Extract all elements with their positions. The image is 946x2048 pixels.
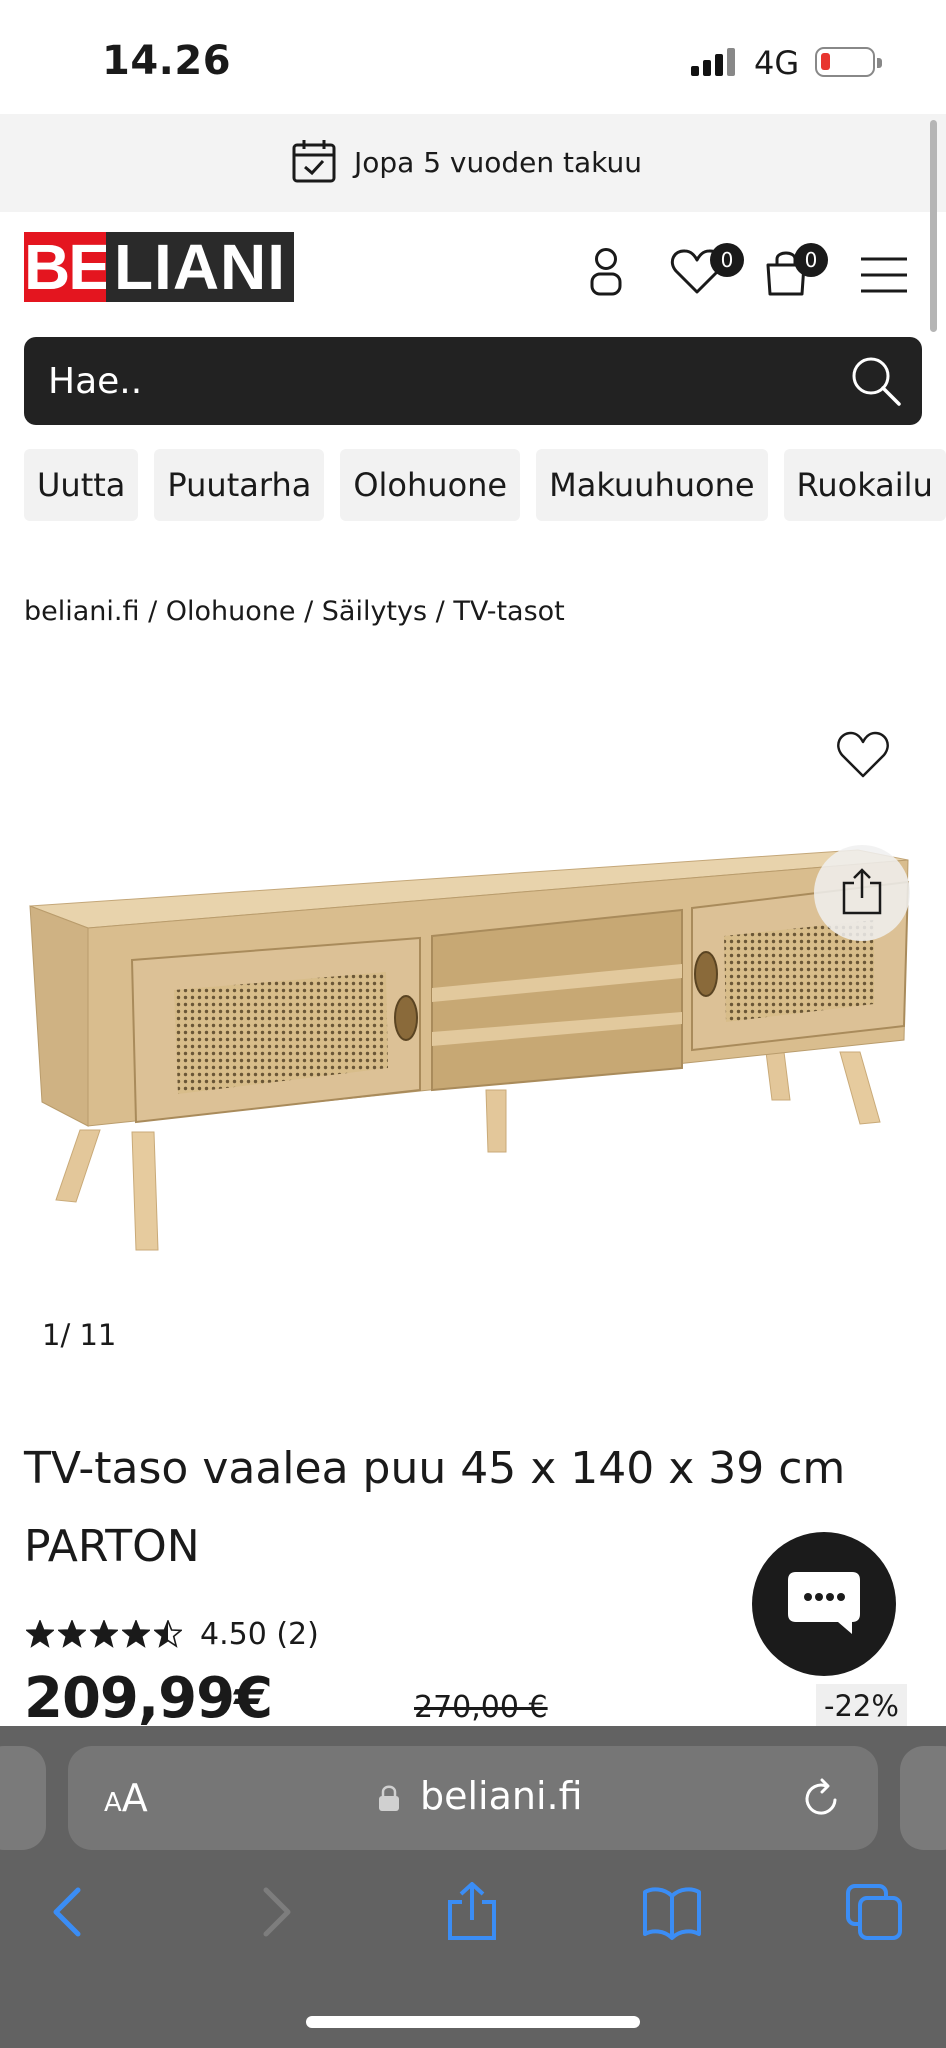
original-price: 270,00 € — [414, 1690, 548, 1725]
breadcrumb[interactable]: beliani.fi / Olohuone / Säilytys / TV-ta… — [24, 596, 565, 627]
menu-icon[interactable] — [860, 256, 908, 294]
previous-tab-preview[interactable] — [0, 1746, 46, 1850]
lock-icon — [379, 1785, 399, 1811]
star-half-icon — [154, 1620, 182, 1648]
category-puutarha[interactable]: Puutarha — [154, 449, 325, 521]
bookmarks-icon[interactable] — [642, 1882, 702, 1942]
reload-icon[interactable] — [802, 1778, 842, 1818]
beliani-logo[interactable]: BE LIANI — [24, 232, 294, 302]
user-icon[interactable] — [588, 247, 624, 297]
rating-stars — [26, 1620, 182, 1648]
address-bar[interactable]: AA beliani.fi — [68, 1746, 878, 1850]
product-rating[interactable]: 4.50 (2) — [26, 1614, 319, 1654]
url-text: beliani.fi — [420, 1774, 583, 1818]
calendar-check-icon — [292, 140, 336, 183]
wishlist-count-badge: 0 — [710, 243, 744, 277]
text-size-button[interactable]: AA — [104, 1776, 148, 1820]
battery-icon — [815, 47, 882, 77]
star-full-icon — [26, 1620, 54, 1648]
star-full-icon — [58, 1620, 86, 1648]
network-label: 4G — [754, 44, 800, 82]
share-icon — [842, 868, 882, 915]
logo-liani: LIANI — [106, 232, 294, 302]
next-tab-preview[interactable] — [900, 1746, 946, 1850]
image-counter: 1/ 11 — [42, 1318, 117, 1352]
category-uutta[interactable]: Uutta — [24, 449, 139, 521]
category-makuuhuone[interactable]: Makuuhuone — [536, 449, 768, 521]
status-bar: 14.26 4G — [0, 0, 946, 114]
chat-button[interactable] — [752, 1532, 896, 1676]
cart-count-badge: 0 — [794, 243, 828, 277]
share-button[interactable] — [814, 845, 910, 941]
share-page-icon[interactable] — [442, 1882, 502, 1942]
forward-icon[interactable] — [244, 1882, 304, 1942]
signal-icon — [691, 48, 739, 76]
search-icon[interactable] — [850, 355, 902, 407]
search-input[interactable] — [48, 351, 828, 411]
tabs-icon[interactable] — [844, 1882, 904, 1942]
home-indicator[interactable] — [306, 2016, 640, 2028]
category-olohuone[interactable]: Olohuone — [340, 449, 521, 521]
back-icon[interactable] — [40, 1882, 100, 1942]
product-image[interactable] — [28, 840, 918, 1260]
star-full-icon — [90, 1620, 118, 1648]
discount-badge: -22% — [816, 1684, 907, 1728]
star-full-icon — [122, 1620, 150, 1648]
status-time: 14.26 — [102, 38, 232, 84]
category-ruokailu[interactable]: Ruokailu — [783, 449, 946, 521]
text-size-label: A — [121, 1776, 148, 1820]
rating-text: 4.50 (2) — [200, 1616, 319, 1652]
promo-text: Jopa 5 vuoden takuu — [354, 146, 643, 179]
search-bar — [24, 337, 922, 425]
promo-banner[interactable]: Jopa 5 vuoden takuu — [0, 114, 946, 212]
chat-bubble-icon — [788, 1572, 860, 1634]
browser-toolbar: AA beliani.fi — [0, 1726, 946, 2048]
logo-be: BE — [24, 231, 111, 303]
add-to-wishlist-icon[interactable] — [836, 730, 890, 780]
category-nav: Uutta Puutarha Olohuone Makuuhuone Ruokailu — [24, 449, 946, 523]
page-scrollbar[interactable] — [930, 120, 937, 332]
product-price: 209,99€ — [24, 1666, 273, 1731]
